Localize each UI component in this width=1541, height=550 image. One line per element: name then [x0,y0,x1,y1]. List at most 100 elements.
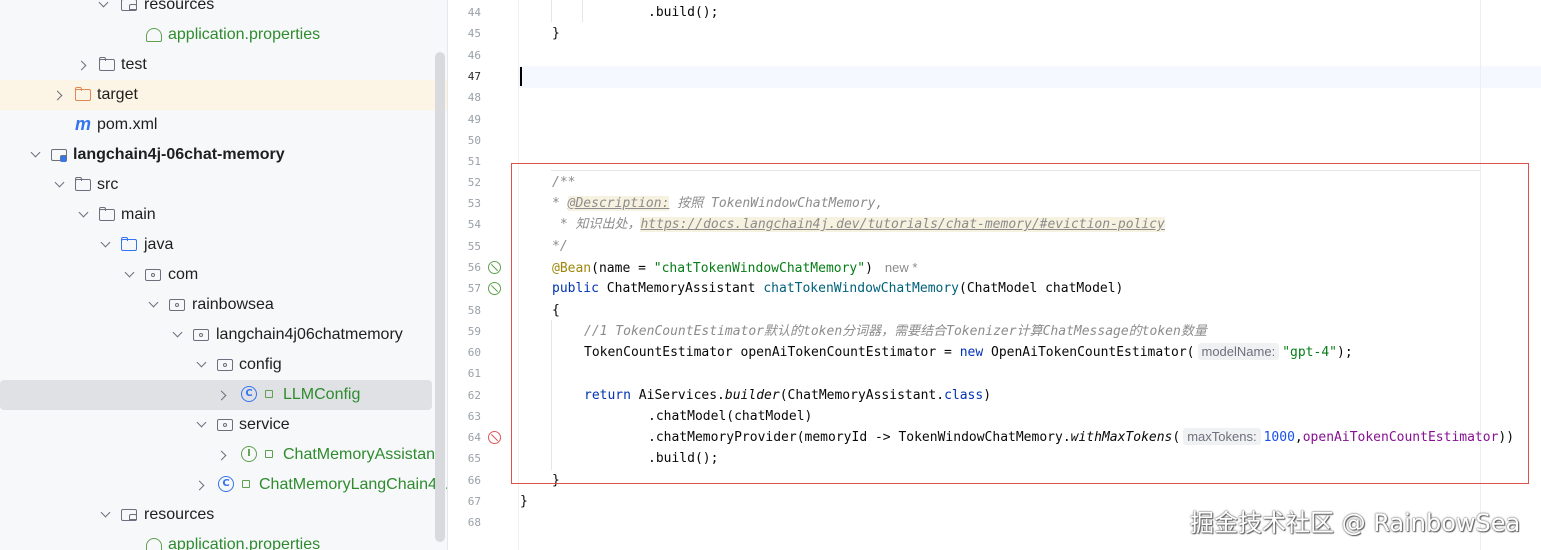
chevron-right-icon[interactable] [54,80,66,110]
tree-scrollbar[interactable] [435,52,445,542]
tree-item-test[interactable]: test [0,50,447,80]
tree-item-label: rainbowsea [192,296,274,313]
chevron-down-icon[interactable] [98,0,110,20]
watermark: 掘金技术社区 @ RainbowSea [1190,509,1521,537]
lock-icon [265,450,273,458]
chevron-down-icon[interactable] [196,350,208,380]
package-icon [216,350,236,380]
code-line-67: } [520,494,528,509]
tree-item-label: application.properties [168,26,321,43]
tree-item-label: pom.xml [97,116,158,133]
lock-icon [265,390,273,398]
tree-item-label: config [239,356,282,373]
line-number: 52 [467,176,481,189]
line-number: 60 [467,346,481,359]
chevron-down-icon[interactable] [54,170,66,200]
chevron-down-icon[interactable] [100,230,112,260]
chevron-right-icon[interactable] [218,380,230,410]
chevron-down-icon[interactable] [124,260,136,290]
tree-item-label: resources [144,506,215,523]
tree-item-service[interactable]: service [0,410,447,440]
tree-item-application-properties-2[interactable]: application.properties [0,530,447,550]
package-icon [192,320,212,350]
chevron-down-icon[interactable] [30,140,42,170]
line-number: 64 [467,431,481,444]
bean-gutter-icon[interactable] [488,282,501,295]
tree-item-resources-2[interactable]: resources [0,500,447,530]
tree-item-label: com [168,266,199,283]
current-line-highlight [518,66,1541,88]
line-number: 56 [467,261,481,274]
indent-guide [551,0,552,22]
class-icon: C [241,386,257,402]
resources-folder-icon [120,500,140,530]
tree-item-chatmemorylangchain4j[interactable]: C ChatMemoryLangChain4J... [0,470,447,500]
tree-item-label: java [144,236,174,253]
chevron-down-icon[interactable] [148,290,160,320]
folder-icon [74,170,94,200]
tree-item-label: resources [144,0,215,13]
line-number: 50 [467,134,481,147]
line-number: 48 [467,91,481,104]
tree-item-label: LLMConfig [283,386,361,403]
chevron-right-icon[interactable] [218,440,230,470]
override-gutter-icon[interactable] [488,431,501,444]
folder-icon [98,200,118,230]
tree-item-label: application.properties [168,536,321,550]
text-caret [520,67,522,86]
line-number: 49 [467,113,481,126]
tree-item-src[interactable]: src [0,170,447,200]
tree-item-langchain4j06chatmemory[interactable]: langchain4j06chatmemory [0,320,447,350]
line-number: 63 [467,410,481,423]
line-number: 61 [467,367,481,380]
chevron-right-icon[interactable] [196,470,208,500]
chevron-down-icon[interactable] [78,200,90,230]
interface-icon: I [241,446,257,462]
lock-icon [242,480,250,488]
package-icon [144,260,164,290]
application-class-icon: C [218,476,234,492]
excluded-folder-icon [74,80,94,110]
tree-item-label: service [239,416,290,433]
tree-item-chatmemoryassistant[interactable]: I ChatMemoryAssistant [0,440,447,470]
line-number: 67 [467,495,481,508]
chevron-down-icon[interactable] [196,410,208,440]
line-number: 54 [467,218,481,231]
tree-item-label: langchain4j06chatmemory [216,326,403,343]
tree-item-label: main [121,206,156,223]
code-line-45: } [552,26,560,41]
line-number: 47 [467,70,481,83]
line-number: 66 [467,474,481,487]
tree-item-java[interactable]: java [0,230,447,260]
tree-item-com[interactable]: com [0,260,447,290]
bean-gutter-icon[interactable] [488,261,501,274]
line-number: 58 [467,304,481,317]
line-number: 45 [467,27,481,40]
tree-item-label: test [121,56,147,73]
highlight-box [511,163,1529,484]
tree-item-config[interactable]: config [0,350,447,380]
package-icon [168,290,188,320]
tree-item-llmconfig[interactable]: C LLMConfig [0,380,432,410]
line-number: 55 [467,240,481,253]
line-number: 46 [467,49,481,62]
resources-folder-icon [120,0,140,20]
tree-item-module[interactable]: langchain4j-06chat-memory [0,140,447,170]
line-number: 57 [467,282,481,295]
line-number: 62 [467,389,481,402]
tree-item-application-properties[interactable]: application.properties [0,20,447,50]
chevron-down-icon[interactable] [100,500,112,530]
module-folder-icon [50,140,70,170]
chevron-right-icon[interactable] [78,50,90,80]
source-folder-icon [120,230,140,260]
tree-item-target[interactable]: target [0,80,447,110]
tree-item-resources[interactable]: resources [0,0,447,20]
properties-file-icon [146,28,162,42]
tree-item-pom-xml[interactable]: m pom.xml [0,110,447,140]
tree-item-main[interactable]: main [0,200,447,230]
tree-item-label: ChatMemoryAssistant [283,446,440,463]
tree-item-rainbowsea[interactable]: rainbowsea [0,290,447,320]
line-number: 68 [467,516,481,529]
chevron-down-icon[interactable] [172,320,184,350]
maven-icon: m [75,114,92,134]
